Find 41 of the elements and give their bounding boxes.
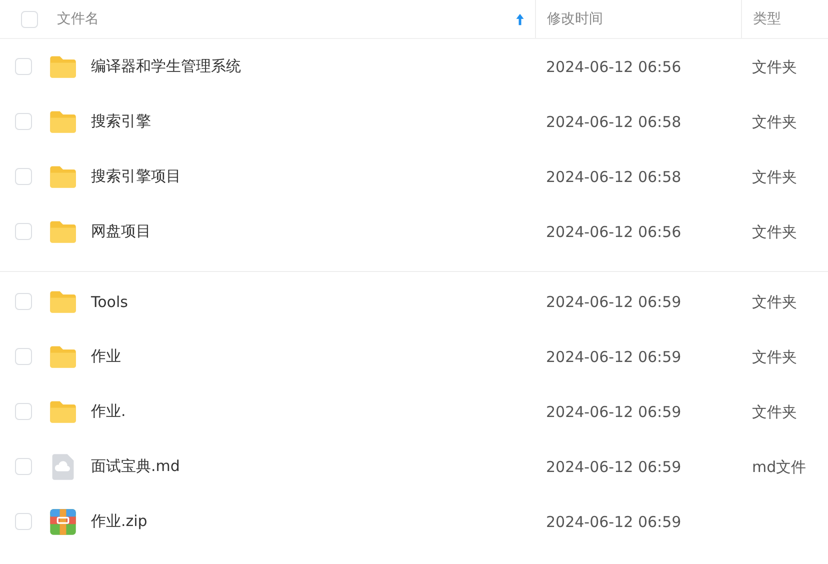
modified-time: 2024-06-12 06:58: [546, 113, 682, 131]
archive-icon: [48, 506, 78, 536]
file-type: md文件: [752, 458, 806, 476]
file-type: 文件夹: [752, 168, 797, 186]
sort-arrow-icon[interactable]: [515, 12, 525, 26]
file-name[interactable]: 作业.zip: [91, 512, 148, 531]
checkbox[interactable]: [15, 293, 32, 310]
file-name[interactable]: 搜索引擎: [91, 112, 151, 131]
file-type: 文件夹: [752, 58, 797, 76]
modified-time: 2024-06-12 06:56: [546, 223, 682, 241]
modified-time: 2024-06-12 06:59: [546, 513, 682, 531]
file-type: 文件夹: [752, 112, 797, 130]
modified-time: 2024-06-12 06:56: [546, 58, 682, 76]
checkbox[interactable]: [15, 403, 32, 420]
file-name[interactable]: 网盘项目: [91, 222, 151, 241]
file-type: 文件夹: [752, 222, 797, 240]
file-type: 文件夹: [752, 402, 797, 420]
file-name[interactable]: 编译器和学生管理系统: [91, 57, 241, 76]
modified-time: 2024-06-12 06:59: [546, 403, 682, 421]
modified-time: 2024-06-12 06:59: [546, 348, 682, 366]
checkbox[interactable]: [15, 223, 32, 240]
column-header: 类型: [753, 10, 781, 28]
file-name[interactable]: 作业: [91, 347, 121, 366]
file-name[interactable]: 面试宝典.md: [91, 457, 180, 476]
file-name[interactable]: 作业.: [91, 402, 126, 421]
checkbox[interactable]: [15, 58, 32, 75]
file-type: 文件夹: [752, 348, 797, 366]
checkbox[interactable]: [15, 113, 32, 130]
modified-time: 2024-06-12 06:59: [546, 293, 682, 311]
checkbox[interactable]: [15, 513, 32, 530]
modified-time: 2024-06-12 06:58: [546, 168, 682, 186]
checkbox[interactable]: [15, 348, 32, 365]
checkbox[interactable]: [15, 458, 32, 475]
checkbox[interactable]: [15, 168, 32, 185]
file-name[interactable]: Tools: [91, 292, 128, 310]
file-type: 文件夹: [752, 292, 797, 310]
modified-time: 2024-06-12 06:59: [546, 458, 682, 476]
column-header: 文件名: [57, 10, 100, 28]
checkbox[interactable]: [21, 10, 38, 28]
file-name[interactable]: 搜索引擎项目: [91, 167, 181, 186]
column-header: 修改时间: [547, 10, 603, 28]
